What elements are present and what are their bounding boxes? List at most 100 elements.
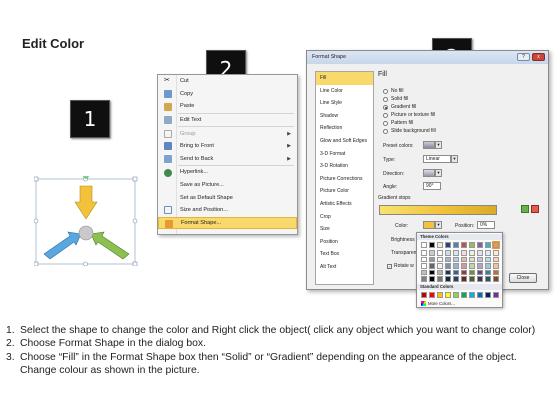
category-3d-format[interactable]: 3-D Format — [316, 148, 373, 161]
color-swatch[interactable] — [493, 276, 499, 282]
color-swatch[interactable] — [493, 256, 499, 263]
category-position[interactable]: Position — [316, 236, 373, 249]
color-swatch[interactable] — [445, 269, 451, 276]
menu-item-format-shape[interactable]: Format Shape... — [158, 216, 297, 230]
color-swatch[interactable] — [453, 263, 459, 269]
color-swatch[interactable] — [453, 256, 459, 263]
color-swatch[interactable] — [485, 276, 491, 282]
category-size[interactable]: Size — [316, 223, 373, 236]
category-text-box[interactable]: Text Box — [316, 248, 373, 261]
color-swatch[interactable] — [445, 250, 451, 256]
color-swatch[interactable] — [469, 250, 475, 256]
color-swatch[interactable] — [469, 292, 475, 298]
color-swatch[interactable] — [461, 242, 467, 248]
color-swatch[interactable] — [437, 263, 443, 269]
add-stop-icon[interactable] — [521, 205, 529, 213]
color-swatch[interactable] — [477, 276, 483, 282]
color-swatch[interactable] — [493, 292, 499, 298]
gradient-stops-bar[interactable] — [379, 205, 497, 215]
category-fill[interactable]: Fill — [316, 72, 373, 85]
menu-item-copy[interactable]: Copy — [158, 88, 297, 101]
color-swatch[interactable] — [461, 276, 467, 282]
color-swatch[interactable] — [453, 242, 459, 248]
menu-item-edit-text[interactable]: Edit Text — [158, 114, 297, 127]
help-button[interactable]: ? — [517, 53, 530, 61]
category-3d-rotation[interactable]: 3-D Rotation — [316, 160, 373, 173]
color-swatch[interactable] — [421, 276, 427, 282]
chevron-down-icon[interactable]: ▼ — [451, 155, 458, 163]
color-swatch[interactable] — [477, 292, 483, 298]
color-swatch[interactable] — [429, 292, 435, 298]
menu-item-cut[interactable]: ✂ Cut — [158, 75, 297, 88]
color-swatch[interactable] — [477, 256, 483, 263]
color-swatch[interactable] — [453, 250, 459, 256]
color-swatch[interactable] — [445, 242, 451, 248]
color-swatch[interactable] — [421, 250, 427, 256]
color-swatch[interactable] — [429, 250, 435, 256]
category-artistic-effects[interactable]: Artistic Effects — [316, 198, 373, 211]
preset-colors-button[interactable] — [423, 141, 435, 149]
category-shadow[interactable]: Shadow — [316, 110, 373, 123]
radio-solid-fill[interactable]: Solid fill — [383, 96, 408, 102]
chevron-down-icon[interactable]: ▼ — [435, 141, 442, 149]
color-swatch[interactable] — [429, 276, 435, 282]
menu-item-paste[interactable]: Paste — [158, 100, 297, 113]
menu-item-save-as-picture[interactable]: Save as Picture... — [158, 179, 297, 192]
chevron-down-icon[interactable]: ▼ — [435, 169, 442, 177]
color-swatch[interactable] — [421, 256, 427, 263]
color-swatch[interactable] — [453, 269, 459, 276]
radio-gradient-fill[interactable]: Gradient fill — [383, 104, 416, 110]
category-crop[interactable]: Crop — [316, 211, 373, 224]
color-swatch[interactable] — [421, 263, 427, 269]
color-swatch[interactable] — [469, 276, 475, 282]
color-swatch[interactable] — [485, 269, 491, 276]
menu-item-size-position[interactable]: Size and Position... — [158, 204, 297, 217]
color-swatch[interactable] — [485, 242, 491, 248]
color-swatch[interactable] — [429, 263, 435, 269]
direction-button[interactable] — [423, 169, 435, 177]
color-swatch[interactable] — [437, 256, 443, 263]
color-swatch[interactable] — [453, 276, 459, 282]
menu-item-hyperlink[interactable]: Hyperlink... — [158, 166, 297, 179]
rotate-with-shape-checkbox[interactable]: ✓ Rotate w — [387, 263, 414, 269]
color-swatch[interactable] — [485, 263, 491, 269]
remove-stop-icon[interactable] — [531, 205, 539, 213]
type-select[interactable]: Linear — [423, 155, 451, 163]
color-swatch[interactable] — [469, 263, 475, 269]
color-swatch[interactable] — [492, 241, 500, 249]
color-swatch[interactable] — [437, 242, 443, 248]
color-swatch[interactable] — [445, 263, 451, 269]
color-swatch[interactable] — [461, 250, 467, 256]
color-swatch[interactable] — [493, 269, 499, 276]
close-button[interactable]: Close — [509, 273, 537, 283]
color-swatch[interactable] — [477, 242, 483, 248]
color-swatch[interactable] — [445, 292, 451, 298]
position-input[interactable]: 0% — [477, 221, 495, 229]
more-colors-link[interactable]: More Colors... — [421, 301, 455, 306]
category-glow[interactable]: Glow and Soft Edges — [316, 135, 373, 148]
category-reflection[interactable]: Reflection — [316, 122, 373, 135]
color-swatch[interactable] — [461, 263, 467, 269]
color-swatch[interactable] — [421, 242, 427, 248]
color-swatch[interactable] — [493, 250, 499, 256]
three-arrow-shape-icon[interactable] — [33, 173, 138, 267]
color-swatch[interactable] — [437, 250, 443, 256]
menu-item-send-to-back[interactable]: Send to Back ▶ — [158, 153, 297, 166]
color-swatch[interactable] — [461, 269, 467, 276]
color-swatch[interactable] — [485, 250, 491, 256]
color-swatch[interactable] — [493, 263, 499, 269]
radio-pattern-fill[interactable]: Pattern fill — [383, 120, 413, 126]
color-swatch[interactable] — [437, 292, 443, 298]
category-line-color[interactable]: Line Color — [316, 85, 373, 98]
category-alt-text[interactable]: Alt Text — [316, 261, 373, 274]
color-swatch[interactable] — [453, 292, 459, 298]
menu-item-bring-to-front[interactable]: Bring to Front ▶ — [158, 140, 297, 153]
category-picture-corrections[interactable]: Picture Corrections — [316, 173, 373, 186]
close-icon[interactable]: x — [532, 53, 545, 61]
color-swatch[interactable] — [421, 269, 427, 276]
color-swatch[interactable] — [445, 256, 451, 263]
color-swatch[interactable] — [461, 292, 467, 298]
color-swatch[interactable] — [437, 269, 443, 276]
color-swatch[interactable] — [461, 256, 467, 263]
radio-picture-fill[interactable]: Picture or texture fill — [383, 112, 435, 118]
